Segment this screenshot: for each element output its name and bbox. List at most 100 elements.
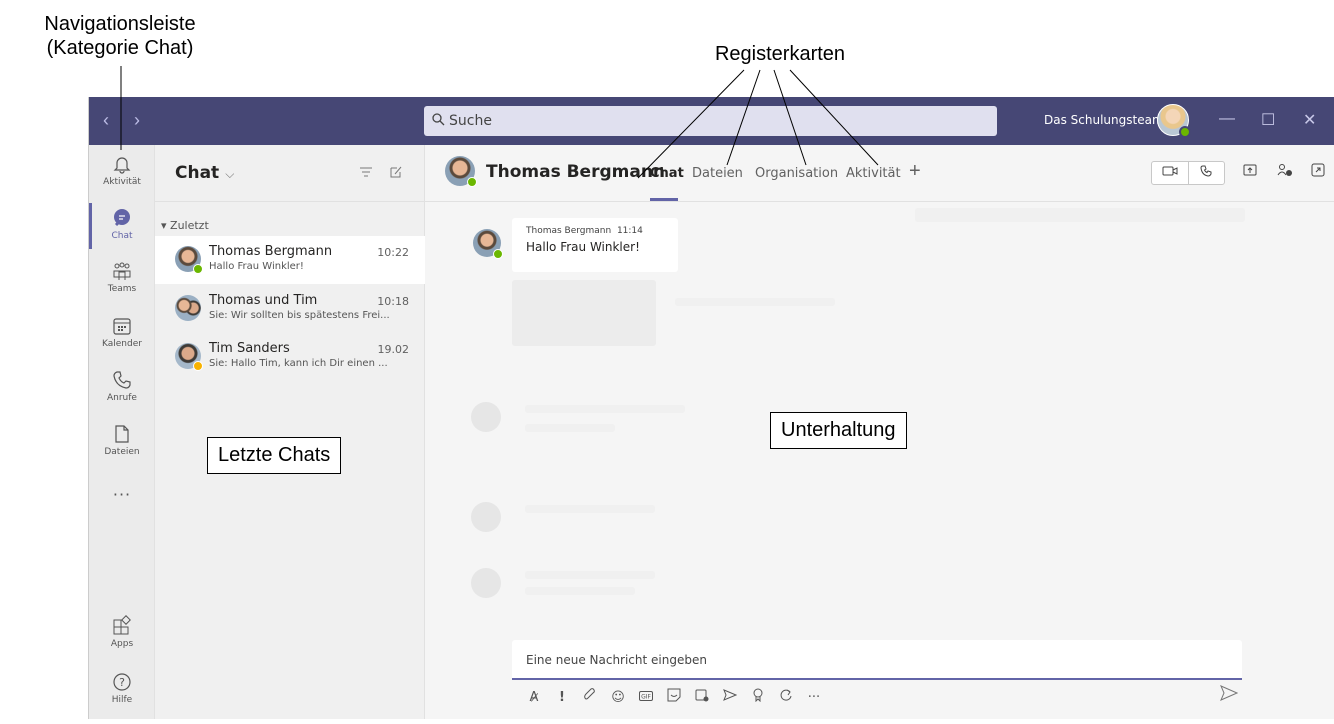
profile-avatar[interactable] <box>1157 104 1191 138</box>
chat-preview: Hallo Frau Winkler! <box>209 261 304 272</box>
rail-label-files: Dateien <box>104 447 140 457</box>
active-tab-indicator <box>650 198 678 201</box>
maximize-button[interactable]: ☐ <box>1261 110 1275 130</box>
search-input[interactable]: Suche <box>424 106 997 136</box>
filter-icon[interactable] <box>359 165 373 181</box>
message-meta: Thomas Bergmann 11:14 <box>526 226 664 236</box>
file-icon <box>115 425 129 443</box>
faded-content <box>525 505 655 513</box>
svg-text:GIF: GIF <box>641 693 651 700</box>
screenshot-stage: Navigationsleiste (Kategorie Chat) Regis… <box>0 0 1334 724</box>
gif-icon[interactable]: GIF <box>638 690 654 705</box>
message-bubble[interactable]: Thomas Bergmann 11:14 Hallo Frau Winkler… <box>512 218 678 272</box>
calendar-icon <box>113 318 131 335</box>
sticker-icon[interactable] <box>666 688 682 706</box>
rail-label-apps: Apps <box>110 639 134 649</box>
message-text: Hallo Frau Winkler! <box>526 240 640 254</box>
tab-organisation[interactable]: Organisation <box>755 166 838 181</box>
chat-list-item[interactable]: Tim Sanders 19.02 Sie: Hallo Tim, kann i… <box>155 333 425 381</box>
video-call-icon[interactable] <box>1152 162 1188 184</box>
online-status-icon <box>193 264 203 274</box>
rail-item-help[interactable]: ? Hilfe <box>89 671 155 705</box>
svg-text:?: ? <box>119 676 125 689</box>
apps-icon <box>113 615 131 635</box>
rail-item-activity[interactable]: Aktivität <box>89 153 155 187</box>
minimize-button[interactable]: — <box>1219 110 1235 128</box>
rail-label-help: Hilfe <box>111 695 133 705</box>
attach-icon[interactable] <box>582 688 598 706</box>
faded-content <box>915 208 1245 222</box>
rail-label-chat: Chat <box>111 231 133 241</box>
faded-content <box>525 405 685 413</box>
praise-icon[interactable] <box>750 688 766 706</box>
teams-window: ‹ › Suche Das Schulungsteam — ☐ ✕ Aktivi… <box>88 97 1334 719</box>
tab-activity[interactable]: Aktivität <box>846 166 901 181</box>
meet-now-icon[interactable] <box>694 688 710 706</box>
annotation-navigation: Navigationsleiste (Kategorie Chat) <box>20 12 220 60</box>
format-icon[interactable]: A̷ <box>526 690 542 705</box>
more-options-icon[interactable]: ··· <box>806 690 822 705</box>
message-time: 11:14 <box>616 226 643 236</box>
faded-content <box>471 502 501 532</box>
faded-content <box>525 587 635 595</box>
chat-name: Thomas Bergmann <box>209 244 333 259</box>
chat-list-item[interactable]: Thomas Bergmann 10:22 Hallo Frau Winkler… <box>155 236 425 284</box>
search-placeholder: Suche <box>449 113 492 129</box>
pop-out-icon[interactable] <box>1311 163 1325 180</box>
deliver-icon[interactable] <box>722 689 738 705</box>
online-status-icon <box>467 177 477 187</box>
search-icon <box>432 112 445 130</box>
phone-icon <box>113 371 131 389</box>
online-status-icon <box>1179 126 1191 138</box>
chat-preview: Sie: Hallo Tim, kann ich Dir einen ... <box>209 358 388 369</box>
chevron-down-icon: ▾ <box>161 219 171 232</box>
rail-item-calls[interactable]: Anrufe <box>89 369 155 403</box>
bell-icon <box>113 157 131 174</box>
rail-item-files[interactable]: Dateien <box>89 423 155 457</box>
faded-content <box>512 280 656 346</box>
chat-list-panel: Chat ⌵ ▾ Zuletzt Thomas Bergmann 10:22 Ha… <box>155 145 425 719</box>
faded-content <box>525 424 615 432</box>
chat-name: Thomas und Tim <box>209 293 318 308</box>
close-button[interactable]: ✕ <box>1303 110 1316 130</box>
emoji-icon[interactable]: ☺ <box>610 690 626 705</box>
rail-item-apps[interactable]: Apps <box>89 615 155 649</box>
tab-files[interactable]: Dateien <box>692 166 743 181</box>
online-status-icon <box>493 249 503 259</box>
rail-label-activity: Aktivität <box>103 177 141 187</box>
teams-icon <box>113 262 131 280</box>
annotation-conversation: Unterhaltung <box>770 412 907 449</box>
call-buttons <box>1151 161 1225 185</box>
rail-item-calendar[interactable]: Kalender <box>89 315 155 349</box>
chat-time: 19.02 <box>377 343 410 356</box>
faded-content <box>471 568 501 598</box>
compose-placeholder: Eine neue Nachricht eingeben <box>526 653 707 667</box>
tab-chat[interactable]: Chat <box>650 166 684 181</box>
faded-content <box>471 402 501 432</box>
faded-content <box>675 298 835 306</box>
back-forward-arrows[interactable]: ‹ › <box>103 110 150 131</box>
app-rail: Aktivität Chat Teams Kalender Anrufe Dat… <box>89 145 155 719</box>
rail-item-chat[interactable]: Chat <box>89 203 155 249</box>
conversation-header: Thomas Bergmann Chat Dateien Organisatio… <box>425 145 1334 202</box>
title-bar: ‹ › Suche Das Schulungsteam — ☐ ✕ <box>89 97 1334 145</box>
add-tab-button[interactable]: + <box>909 160 921 183</box>
rail-item-teams[interactable]: Teams <box>89 260 155 294</box>
annotation-recent-chats: Letzte Chats <box>207 437 342 474</box>
message-compose-input[interactable]: Eine neue Nachricht eingeben <box>512 640 1242 680</box>
chevron-down-icon: ⌵ <box>225 167 235 181</box>
audio-call-icon[interactable] <box>1187 162 1225 184</box>
chat-list-title[interactable]: Chat ⌵ <box>175 163 234 183</box>
chat-list-item[interactable]: Thomas und Tim 10:18 Sie: Wir sollten bi… <box>155 285 425 333</box>
share-screen-icon[interactable] <box>1243 163 1257 180</box>
team-name[interactable]: Das Schulungsteam <box>1044 113 1164 127</box>
more-apps-button[interactable]: ··· <box>89 485 155 504</box>
new-chat-icon[interactable] <box>389 165 403 182</box>
chat-preview: Sie: Wir sollten bis spätestens Frei... <box>209 310 390 321</box>
add-people-icon[interactable] <box>1277 163 1293 180</box>
send-button[interactable] <box>1220 685 1239 706</box>
rail-label-calendar: Kalender <box>102 339 142 349</box>
important-icon[interactable]: ! <box>554 690 570 705</box>
recent-section[interactable]: ▾ Zuletzt <box>161 219 209 232</box>
loop-icon[interactable] <box>778 688 794 706</box>
